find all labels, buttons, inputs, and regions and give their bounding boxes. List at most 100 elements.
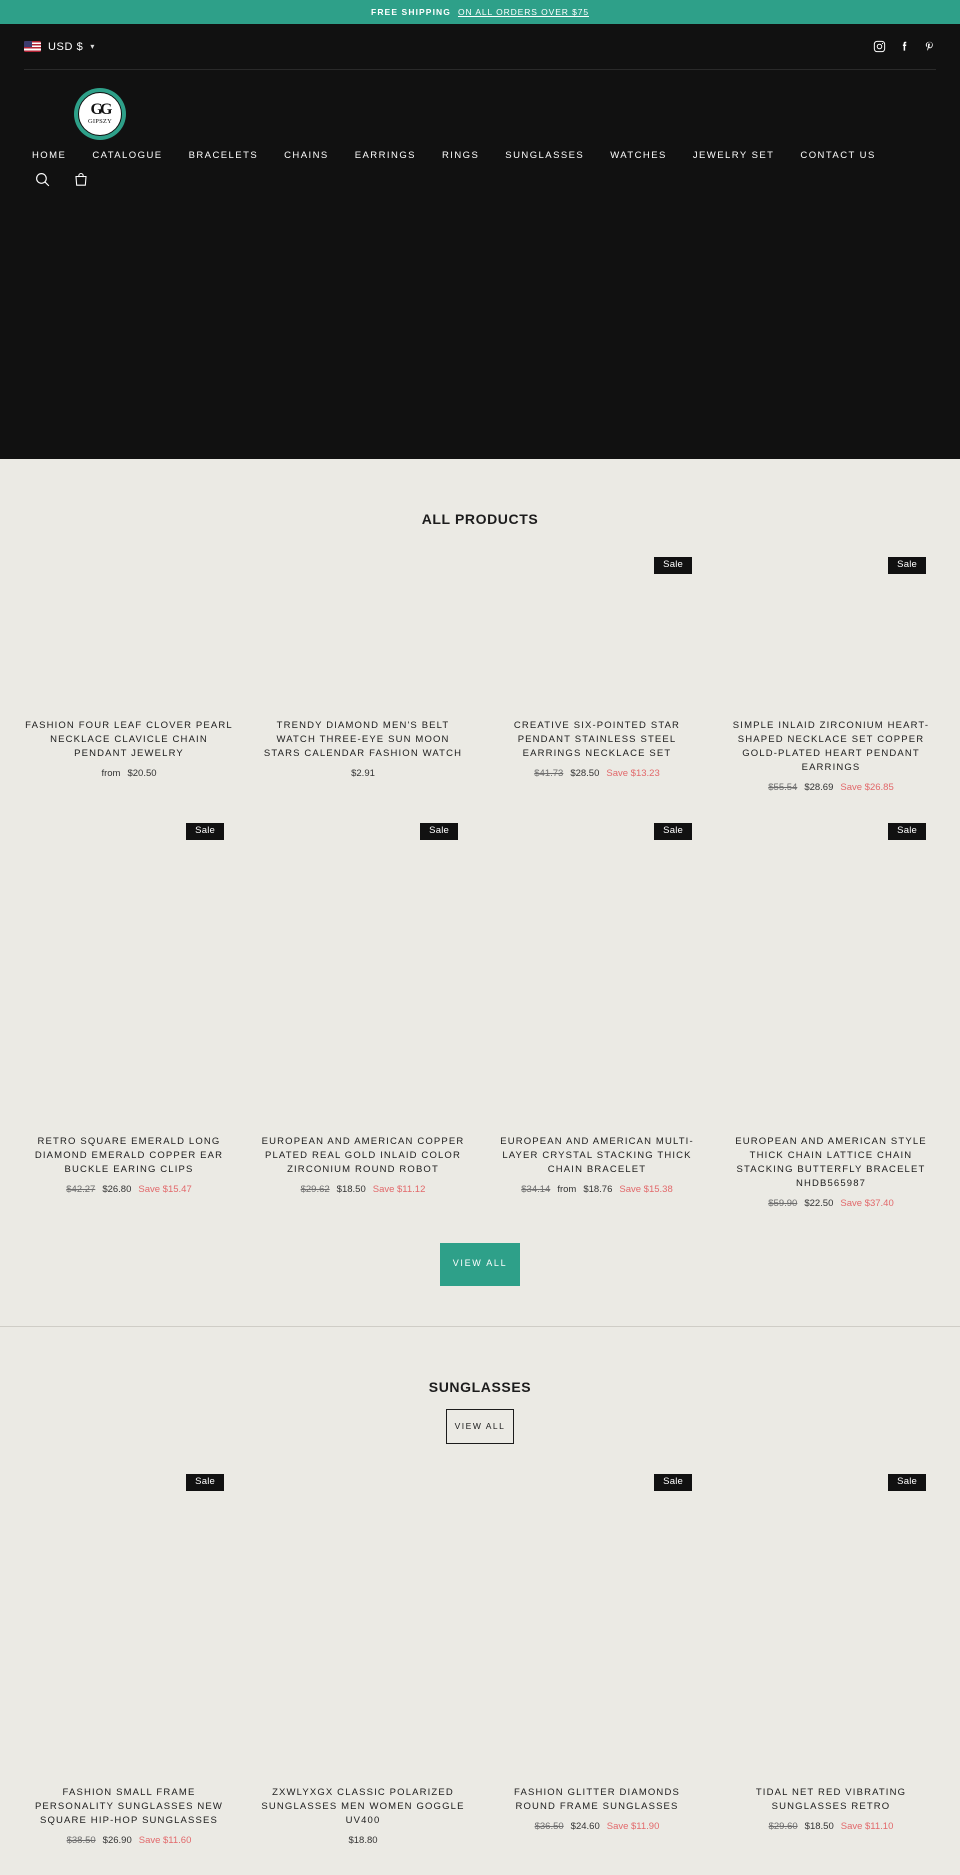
product-title: CREATIVE SIX-POINTED STAR PENDANT STAINL… [513,720,681,760]
product-image[interactable]: Sale [722,815,940,1136]
product-image[interactable]: Sale [722,549,940,719]
sunglasses-view-all-wrap: VIEW ALL [20,1395,940,1445]
price-original: $55.54 [768,782,798,794]
product-card[interactable]: Sale EUROPEAN AND AMERICAN MULTI-LAYER C… [488,815,706,1209]
utility-row: USD $ ▾ [24,24,936,70]
product-card[interactable]: Sale TIDAL NET RED VIBRATING SUNGLASSES … [722,1466,940,1846]
product-price: $34.14 from $18.76 Save $15.38 [488,1184,706,1195]
sale-badge: Sale [654,557,692,574]
price-savings: Save $15.38 [619,1184,673,1196]
nav-item-contact-us[interactable]: CONTACT US [800,150,875,161]
all-products-section: ALL PRODUCTS FASHION FOUR LEAF CLOVER PE… [0,459,960,1326]
nav-item-bracelets[interactable]: BRACELETS [189,150,259,161]
sale-badge: Sale [654,1474,692,1491]
price-current: $26.80 [102,1184,132,1196]
price-prefix: from [557,1184,577,1196]
us-flag-icon [24,41,41,52]
nav-item-jewelry-set[interactable]: JEWELRY SET [693,150,775,161]
nav-item-home[interactable]: HOME [32,150,66,161]
product-title: FASHION FOUR LEAF CLOVER PEARL NECKLACE … [25,720,233,760]
product-card[interactable]: Sale EUROPEAN AND AMERICAN COPPER PLATED… [254,815,472,1209]
price-original: $41.73 [534,768,564,780]
product-title: TRENDY DIAMOND MEN'S BELT WATCH THREE-EY… [263,720,463,760]
nav-item-catalogue[interactable]: CATALOGUE [92,150,162,161]
search-icon[interactable] [34,171,51,193]
product-price: $59.90 $22.50 Save $37.40 [722,1198,940,1209]
product-card[interactable]: Sale FASHION SMALL FRAME PERSONALITY SUN… [20,1466,238,1846]
sunglasses-title: SUNGLASSES [428,1378,532,1395]
price-savings: Save $11.12 [372,1184,426,1196]
currency-label: USD $ [48,40,84,53]
price-original: $36.50 [534,1821,564,1833]
product-card[interactable]: Sale SIMPLE INLAID ZIRCONIUM HEART-SHAPE… [722,549,940,793]
product-card[interactable]: Sale CREATIVE SIX-POINTED STAR PENDANT S… [488,549,706,793]
instagram-icon[interactable] [873,40,886,53]
price-original: $29.62 [300,1184,330,1196]
product-card[interactable]: TRENDY DIAMOND MEN'S BELT WATCH THREE-EY… [254,549,472,793]
product-title: EUROPEAN AND AMERICAN MULTI-LAYER CRYSTA… [500,1136,694,1176]
product-image[interactable]: Sale [722,1466,940,1787]
facebook-icon[interactable] [898,40,911,53]
product-price: $29.62 $18.50 Save $11.12 [254,1184,472,1195]
product-image[interactable] [254,549,472,719]
announcement-link[interactable]: ON ALL ORDERS OVER $75 [458,7,589,17]
product-title: FASHION SMALL FRAME PERSONALITY SUNGLASS… [34,1787,224,1827]
sale-badge: Sale [654,823,692,840]
hero-banner [0,207,960,459]
product-price: $2.91 [254,768,472,779]
product-title: SIMPLE INLAID ZIRCONIUM HEART-SHAPED NEC… [732,720,930,774]
price-current: $18.80 [348,1835,378,1847]
product-image[interactable]: Sale [488,549,706,719]
price-current: $18.50 [336,1184,366,1196]
product-card[interactable]: Sale EUROPEAN AND AMERICAN STYLE THICK C… [722,815,940,1209]
product-card[interactable]: FASHION FOUR LEAF CLOVER PEARL NECKLACE … [20,549,238,793]
announcement-bar: FREE SHIPPING ON ALL ORDERS OVER $75 [0,0,960,24]
product-title: FASHION GLITTER DIAMONDS ROUND FRAME SUN… [514,1787,680,1813]
nav-item-sunglasses[interactable]: SUNGLASSES [505,150,584,161]
currency-selector[interactable]: USD $ ▾ [24,41,95,53]
product-image[interactable]: Sale [488,815,706,1136]
sale-badge: Sale [888,1474,926,1491]
product-price: $36.50 $24.60 Save $11.90 [488,1821,706,1832]
product-price: $18.80 [254,1835,472,1846]
price-original: $38.50 [66,1835,96,1847]
price-current: $28.50 [570,768,600,780]
product-image[interactable]: Sale [488,1466,706,1787]
price-savings: Save $37.40 [840,1198,894,1210]
pinterest-icon[interactable] [923,40,936,53]
announcement-text: FREE SHIPPING [371,7,451,17]
all-products-view-all-button[interactable]: VIEW ALL [440,1243,520,1286]
nav-item-rings[interactable]: RINGS [442,150,479,161]
product-title: ZXWLYXGX CLASSIC POLARIZED SUNGLASSES ME… [261,1787,465,1827]
product-image[interactable] [254,1466,472,1787]
price-current: $22.50 [804,1198,834,1210]
price-original: $59.90 [768,1198,798,1210]
product-card[interactable]: Sale FASHION GLITTER DIAMONDS ROUND FRAM… [488,1466,706,1846]
product-title: EUROPEAN AND AMERICAN COPPER PLATED REAL… [261,1136,465,1176]
sale-badge: Sale [420,823,458,840]
product-price: from $20.50 [20,768,238,779]
nav-item-watches[interactable]: WATCHES [610,150,667,161]
all-products-grid-row-1: FASHION FOUR LEAF CLOVER PEARL NECKLACE … [20,527,940,793]
all-products-view-all-wrap: VIEW ALL [20,1209,940,1325]
sunglasses-view-all-button[interactable]: VIEW ALL [446,1408,514,1445]
main-navigation: HOME CATALOGUE BRACELETS CHAINS EARRINGS… [24,148,936,171]
site-logo[interactable]: GG GIPSZY [74,88,126,140]
nav-item-chains[interactable]: CHAINS [284,150,329,161]
product-image[interactable]: Sale [254,815,472,1136]
product-image[interactable]: Sale [20,1466,238,1787]
cart-icon[interactable] [73,171,89,193]
price-original: $42.27 [66,1184,96,1196]
nav-item-earrings[interactable]: EARRINGS [355,150,416,161]
price-current: $18.50 [804,1821,834,1833]
product-image[interactable]: Sale [20,815,238,1136]
product-image[interactable] [20,549,238,719]
price-current: $2.91 [351,768,375,780]
product-card[interactable]: Sale RETRO SQUARE EMERALD LONG DIAMOND E… [20,815,238,1209]
price-prefix: from [101,768,121,780]
logo-container: GG GIPSZY [24,70,936,148]
price-current: $28.69 [804,782,834,794]
product-card[interactable]: ZXWLYXGX CLASSIC POLARIZED SUNGLASSES ME… [254,1466,472,1846]
price-original: $34.14 [521,1184,551,1196]
sale-badge: Sale [888,823,926,840]
